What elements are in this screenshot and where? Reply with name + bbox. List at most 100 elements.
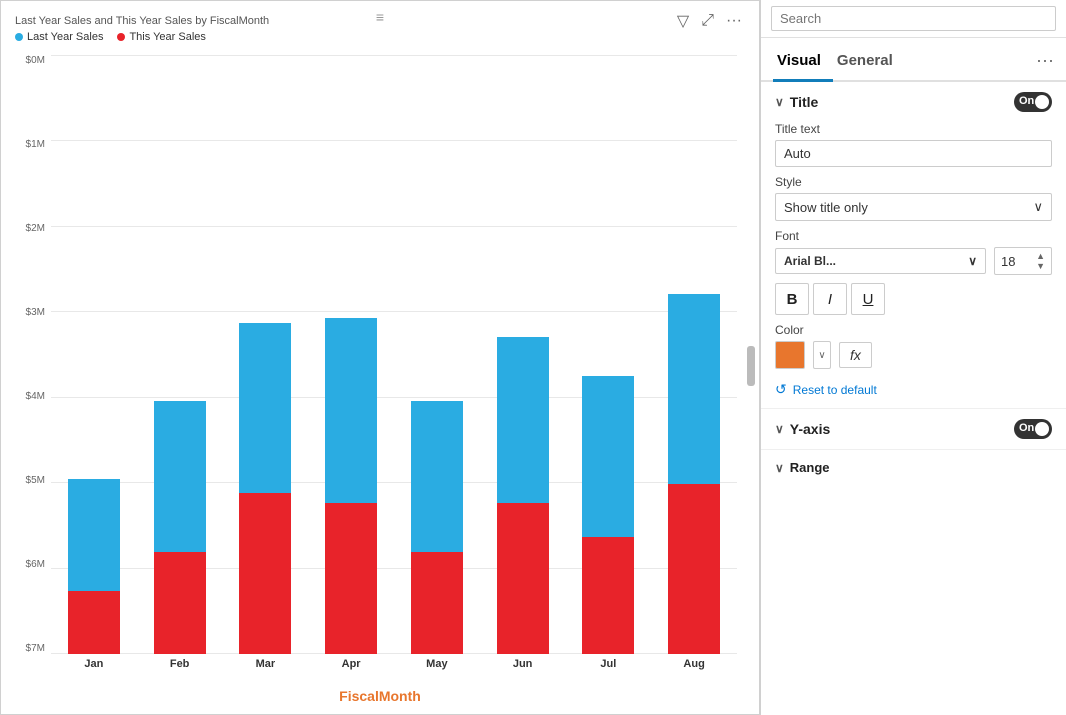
- search-bar: [761, 0, 1066, 38]
- bar-teal-feb: [154, 401, 206, 552]
- bar-red-mar: [239, 493, 291, 654]
- y-label-1m: $1M: [15, 139, 45, 150]
- reset-label: Reset to default: [793, 383, 877, 397]
- tab-visual[interactable]: Visual: [773, 48, 833, 82]
- title-section-title: ∨ Title: [775, 94, 818, 110]
- font-select-chevron: ∨: [968, 254, 977, 268]
- tab-general[interactable]: General: [833, 48, 905, 82]
- title-section-label: Title: [790, 94, 819, 110]
- toggle-knob: [1035, 95, 1049, 109]
- bar-group-may: [406, 401, 468, 654]
- style-dropdown[interactable]: Show title only ∨: [775, 193, 1052, 221]
- legend-label-last-year: Last Year Sales: [27, 31, 103, 43]
- color-label: Color: [775, 323, 1052, 337]
- y-axis: $7M $6M $5M $4M $3M $2M $1M $0M: [15, 51, 51, 684]
- legend-dot-last-year: [15, 33, 23, 41]
- format-buttons: B I U: [775, 283, 1052, 315]
- y-axis-toggle-knob: [1035, 422, 1049, 436]
- bar-group-jun: [492, 337, 554, 654]
- x-axis-title: FiscalMonth: [5, 684, 755, 710]
- bars-container: JanFebMarAprMayJunJulAug: [51, 51, 737, 684]
- drag-handle-icon[interactable]: ≡: [376, 9, 384, 25]
- y-label-6m: $6M: [15, 559, 45, 570]
- fx-button[interactable]: fx: [839, 342, 872, 368]
- bar-teal-jul: [582, 376, 634, 537]
- range-title: ∨ Range: [775, 460, 830, 475]
- reset-to-default[interactable]: ↺ Reset to default: [775, 381, 1052, 398]
- italic-button[interactable]: I: [813, 283, 847, 315]
- stacked-bar-may[interactable]: [411, 401, 463, 654]
- bar-red-aug: [668, 484, 720, 654]
- y-axis-label: Y-axis: [790, 421, 830, 437]
- legend-dot-this-year: [117, 33, 125, 41]
- bars-row: [51, 51, 737, 654]
- bar-teal-apr: [325, 318, 377, 503]
- bar-group-apr: [320, 318, 382, 654]
- y-label-0m: $0M: [15, 55, 45, 66]
- title-section-header: ∨ Title On: [775, 92, 1052, 112]
- y-axis-toggle-label: On: [1019, 422, 1034, 434]
- y-label-2m: $2M: [15, 223, 45, 234]
- title-toggle-container: On: [1014, 92, 1052, 112]
- stacked-bar-aug[interactable]: [668, 294, 720, 654]
- font-size-value: 18: [1001, 254, 1015, 269]
- spinner-up-icon[interactable]: ▲: [1036, 251, 1045, 261]
- x-label-apr: Apr: [320, 658, 382, 680]
- chart-toolbar: ▽ ⤢ ···: [666, 7, 753, 35]
- font-size-input[interactable]: 18 ▲ ▼: [994, 247, 1052, 275]
- x-label-jun: Jun: [492, 658, 554, 680]
- bar-group-mar: [234, 323, 296, 654]
- y-axis-section: ∨ Y-axis On: [761, 409, 1066, 450]
- bar-group-jan: [63, 479, 125, 654]
- style-dropdown-chevron: ∨: [1033, 199, 1043, 215]
- spinner-down-icon[interactable]: ▼: [1036, 261, 1045, 271]
- x-label-mar: Mar: [234, 658, 296, 680]
- search-input[interactable]: [771, 6, 1056, 31]
- stacked-bar-feb[interactable]: [154, 401, 206, 654]
- bar-teal-aug: [668, 294, 720, 484]
- y-axis-title: ∨ Y-axis: [775, 421, 830, 437]
- bar-teal-mar: [239, 323, 291, 493]
- bar-red-feb: [154, 552, 206, 654]
- y-label-7m: $7M: [15, 643, 45, 654]
- bar-red-apr: [325, 503, 377, 654]
- bar-red-jun: [497, 503, 549, 654]
- range-chevron-icon: ∨: [775, 461, 784, 475]
- more-options-icon[interactable]: ···: [723, 10, 745, 32]
- color-swatch[interactable]: [775, 341, 805, 369]
- chart-legend: Last Year Sales This Year Sales: [5, 27, 755, 47]
- bar-red-jul: [582, 537, 634, 654]
- title-section: ∨ Title On Title text Style Show title o…: [761, 82, 1066, 409]
- font-select-value: Arial Bl...: [784, 254, 836, 268]
- resize-handle[interactable]: [747, 346, 755, 386]
- filter-icon[interactable]: ▽: [674, 9, 692, 33]
- chart-area: $7M $6M $5M $4M $3M $2M $1M $0M: [5, 47, 755, 684]
- title-text-input[interactable]: [775, 140, 1052, 167]
- stacked-bar-jul[interactable]: [582, 376, 634, 654]
- legend-item-last-year: Last Year Sales: [15, 31, 103, 43]
- bold-button[interactable]: B: [775, 283, 809, 315]
- y-axis-toggle[interactable]: On: [1014, 419, 1052, 439]
- x-label-jul: Jul: [577, 658, 639, 680]
- x-labels: JanFebMarAprMayJunJulAug: [51, 654, 737, 684]
- title-toggle[interactable]: On: [1014, 92, 1052, 112]
- stacked-bar-mar[interactable]: [239, 323, 291, 654]
- bar-teal-may: [411, 401, 463, 552]
- stacked-bar-jun[interactable]: [497, 337, 549, 654]
- y-axis-chevron-icon: ∨: [775, 422, 784, 436]
- stacked-bar-apr[interactable]: [325, 318, 377, 654]
- y-axis-header[interactable]: ∨ Y-axis On: [775, 419, 1052, 439]
- bar-teal-jan: [68, 479, 120, 591]
- x-label-jan: Jan: [63, 658, 125, 680]
- chart-panel: ≡ ▽ ⤢ ··· Last Year Sales and This Year …: [0, 0, 760, 715]
- range-section[interactable]: ∨ Range: [761, 450, 1066, 485]
- title-chevron-icon[interactable]: ∨: [775, 95, 784, 109]
- color-dropdown-arrow[interactable]: ∨: [813, 341, 831, 369]
- x-label-may: May: [406, 658, 468, 680]
- focus-mode-icon[interactable]: ⤢: [698, 10, 717, 32]
- stacked-bar-jan[interactable]: [68, 479, 120, 654]
- font-size-spinners[interactable]: ▲ ▼: [1036, 251, 1045, 271]
- underline-button[interactable]: U: [851, 283, 885, 315]
- tab-more-icon[interactable]: ···: [1036, 50, 1054, 79]
- font-select[interactable]: Arial Bl... ∨: [775, 248, 986, 274]
